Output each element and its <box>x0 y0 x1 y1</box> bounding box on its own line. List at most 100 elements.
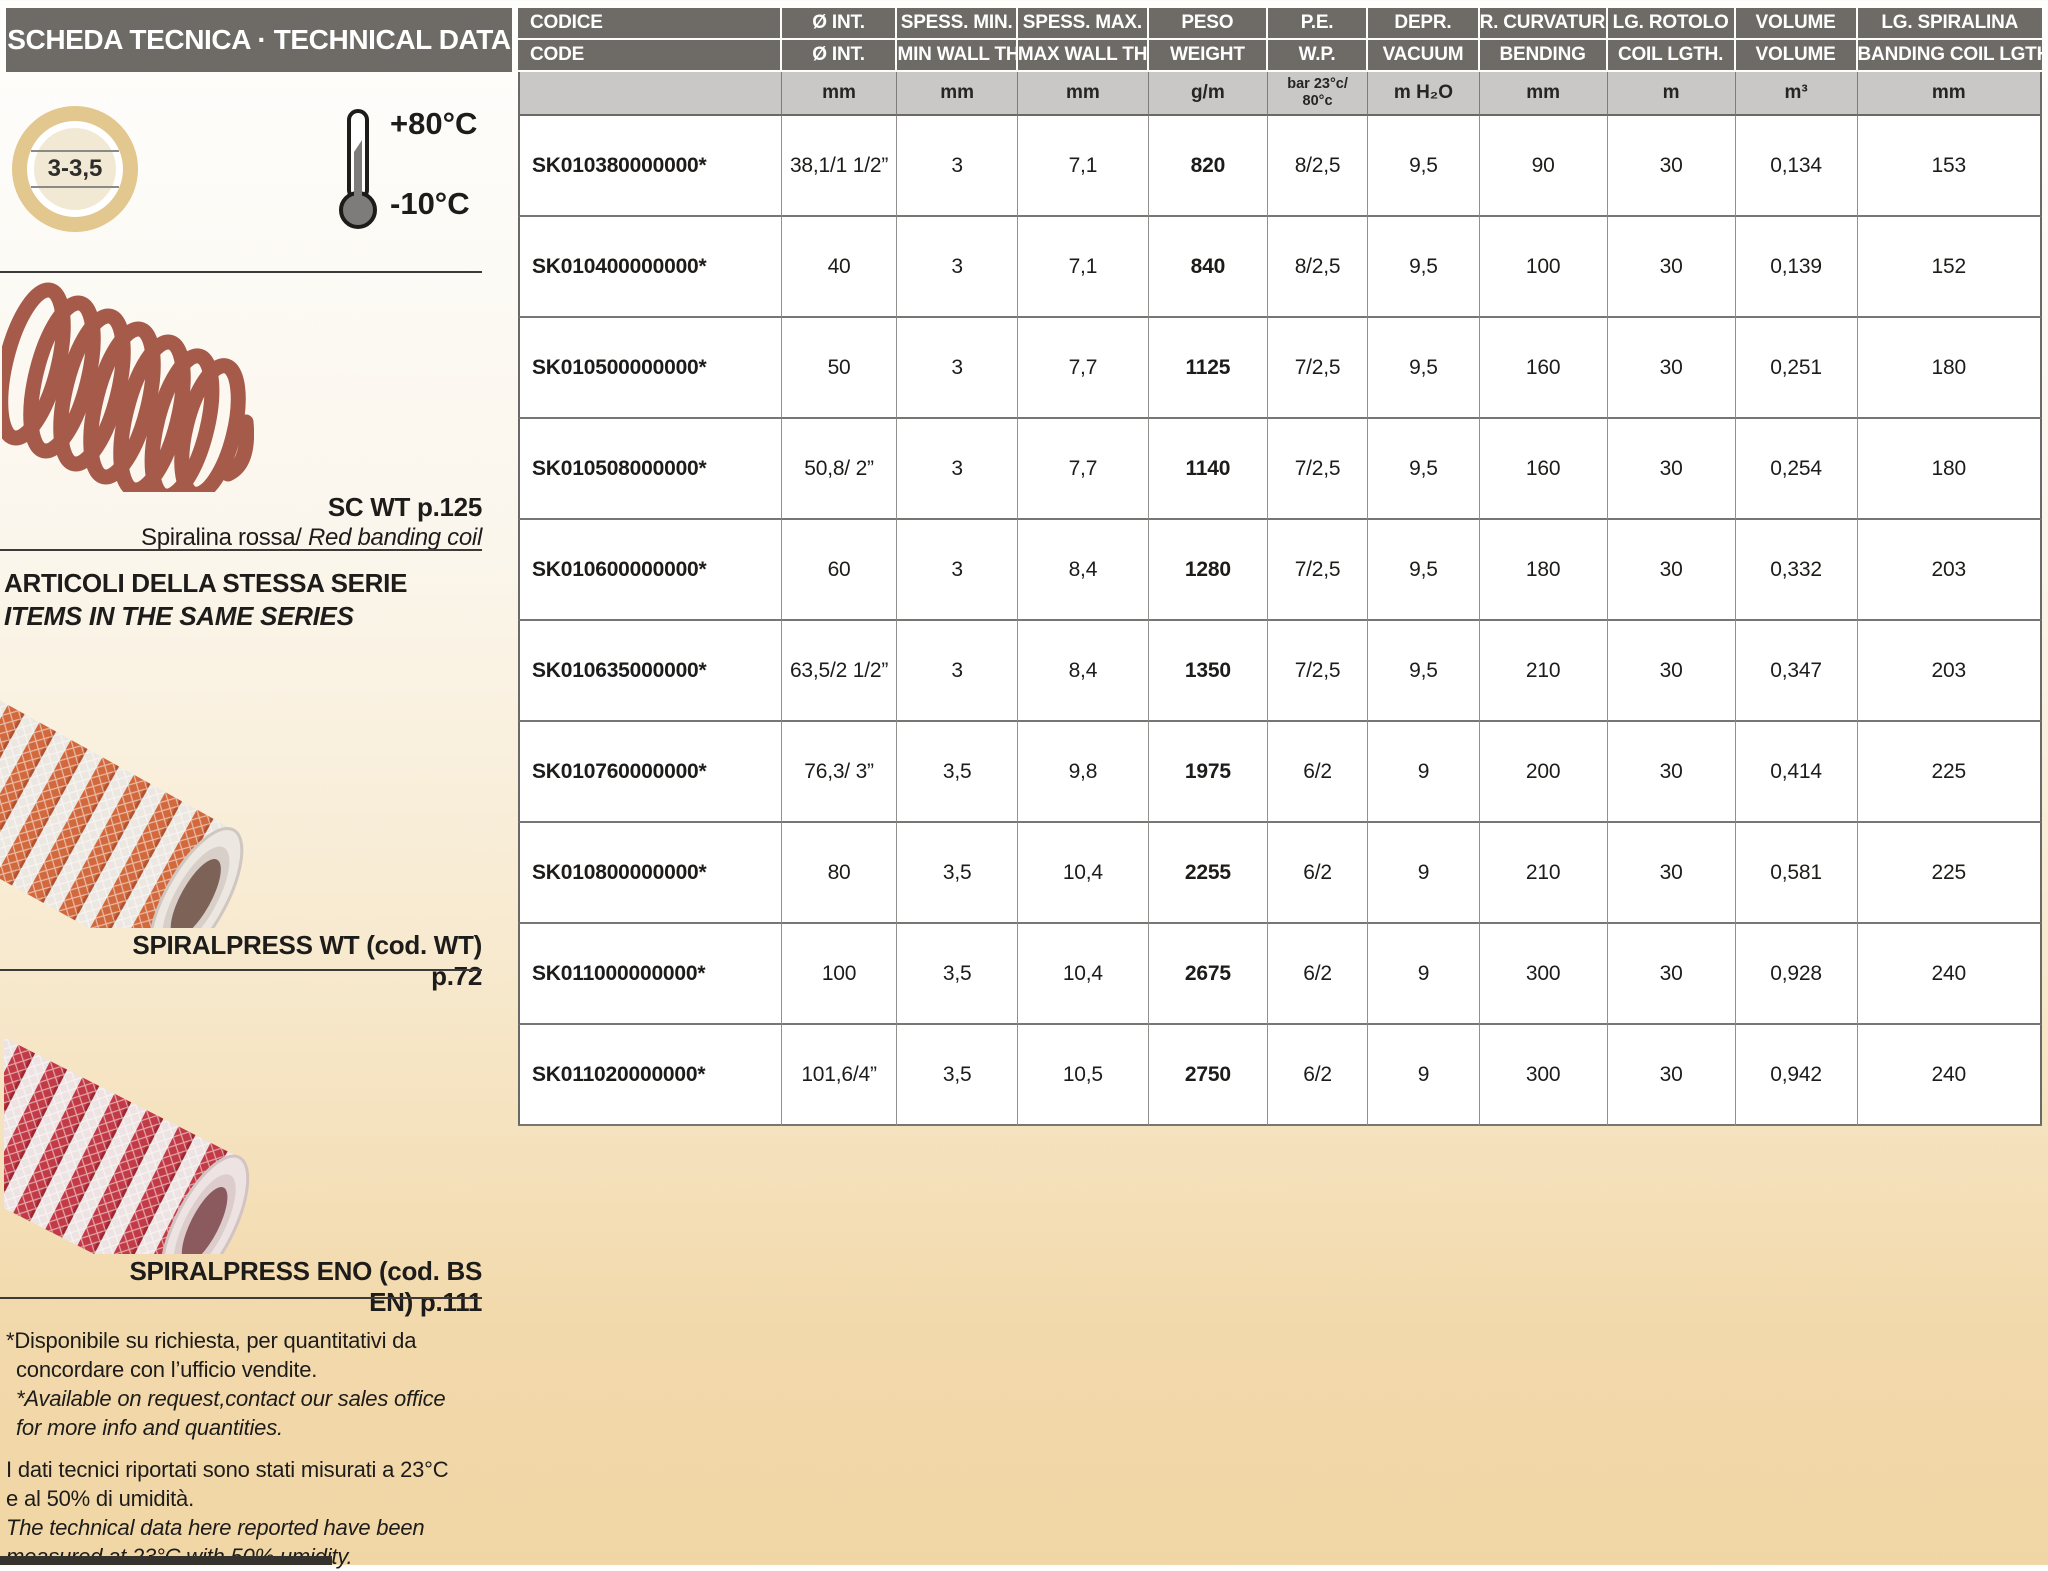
unit-cell: mm <box>1018 72 1149 116</box>
value-cell: 9,8 <box>1018 722 1149 823</box>
value-cell: 1280 <box>1149 520 1268 621</box>
column-header: VOLUME <box>1736 8 1858 40</box>
value-cell: 60 <box>782 520 898 621</box>
value-cell: 180 <box>1858 419 2042 520</box>
value-cell: 2675 <box>1149 924 1268 1025</box>
value-cell: 200 <box>1480 722 1608 823</box>
divider <box>0 271 482 273</box>
column-header: BENDING <box>1480 40 1608 72</box>
value-cell: 63,5/2 1/2” <box>782 621 898 722</box>
value-cell: 225 <box>1858 823 2042 924</box>
table-row: SK010800000000*803,510,422556/29210300,5… <box>518 823 2042 924</box>
column-header: PESO <box>1149 8 1268 40</box>
column-header: VOLUME <box>1736 40 1858 72</box>
value-cell: 1975 <box>1149 722 1268 823</box>
value-cell: 210 <box>1480 823 1608 924</box>
column-header: LG. SPIRALINA <box>1858 8 2042 40</box>
unit-cell: bar 23°c/ 80°c <box>1268 72 1369 116</box>
hose2-caption-text: SPIRALPRESS ENO (cod. BS EN) p.111 <box>129 1256 482 1317</box>
value-cell: 203 <box>1858 520 2042 621</box>
table-header-row-it: CODICEØ INT.SPESS. MIN.SPESS. MAX.PESOP.… <box>518 8 2042 40</box>
value-cell: 203 <box>1858 621 2042 722</box>
unit-cell: m <box>1608 72 1736 116</box>
value-cell: 300 <box>1480 924 1608 1025</box>
value-cell: 820 <box>1149 116 1268 217</box>
value-cell: 152 <box>1858 217 2042 318</box>
series-title-it: ARTICOLI DELLA STESSA SERIE <box>4 568 407 599</box>
code-cell: SK010635000000* <box>518 621 782 722</box>
value-cell: 0,581 <box>1736 823 1858 924</box>
value-cell: 30 <box>1608 722 1736 823</box>
table-header: CODICEØ INT.SPESS. MIN.SPESS. MAX.PESOP.… <box>518 8 2042 116</box>
value-cell: 30 <box>1608 823 1736 924</box>
code-cell: SK010380000000* <box>518 116 782 217</box>
column-header: LG. ROTOLO <box>1608 8 1736 40</box>
value-cell: 6/2 <box>1268 823 1369 924</box>
value-cell: 1350 <box>1149 621 1268 722</box>
value-cell: 30 <box>1608 924 1736 1025</box>
value-cell: 0,347 <box>1736 621 1858 722</box>
divider <box>0 1297 482 1299</box>
coil-caption-title: SC WT p.125 <box>100 492 482 523</box>
column-header: BANDING COIL LGTH. <box>1858 40 2042 72</box>
value-cell: 3 <box>897 318 1017 419</box>
value-cell: 30 <box>1608 1025 1736 1126</box>
value-cell: 100 <box>1480 217 1608 318</box>
divider <box>0 549 482 551</box>
column-header: CODICE <box>518 8 782 40</box>
unit-cell: g/m <box>1149 72 1268 116</box>
value-cell: 10,5 <box>1018 1025 1149 1126</box>
column-header: WEIGHT <box>1149 40 1268 72</box>
value-cell: 80 <box>782 823 898 924</box>
code-cell: SK010800000000* <box>518 823 782 924</box>
column-header: W.P. <box>1268 40 1369 72</box>
section-title-bar: SCHEDA TECNICA · TECHNICAL DATA <box>6 8 512 72</box>
series-title-en: ITEMS IN THE SAME SERIES <box>4 601 354 632</box>
code-cell: SK010760000000* <box>518 722 782 823</box>
table-row: SK011000000000*1003,510,426756/29300300,… <box>518 924 2042 1025</box>
value-cell: 6/2 <box>1268 1025 1369 1126</box>
value-cell: 7/2,5 <box>1268 621 1369 722</box>
value-cell: 9,5 <box>1368 419 1479 520</box>
value-cell: 180 <box>1858 318 2042 419</box>
coil-caption-en: Red banding coil <box>302 524 482 551</box>
value-cell: 10,4 <box>1018 924 1149 1025</box>
value-cell: 38,1/1 1/2” <box>782 116 898 217</box>
column-header: MIN WALL TH. <box>897 40 1017 72</box>
value-cell: 2750 <box>1149 1025 1268 1126</box>
spiralpress-wt-photo <box>0 642 330 928</box>
unit-cell: m³ <box>1736 72 1858 116</box>
hose-cross-section-icon: 3-3,5 <box>12 106 138 232</box>
value-cell: 9,5 <box>1368 520 1479 621</box>
table-row: SK010760000000*76,3/ 3”3,59,819756/29200… <box>518 722 2042 823</box>
code-cell: SK011000000000* <box>518 924 782 1025</box>
code-cell: SK010600000000* <box>518 520 782 621</box>
value-cell: 8/2,5 <box>1268 217 1369 318</box>
column-header: COIL LGTH. <box>1608 40 1736 72</box>
technical-data-table: CODICEØ INT.SPESS. MIN.SPESS. MAX.PESOP.… <box>518 8 2042 1126</box>
value-cell: 30 <box>1608 217 1736 318</box>
value-cell: 3,5 <box>897 1025 1017 1126</box>
catalog-page: { "page": { "title_bar": "SCHEDA TECNICA… <box>0 0 2048 1565</box>
value-cell: 8,4 <box>1018 520 1149 621</box>
value-cell: 9,5 <box>1368 217 1479 318</box>
value-cell: 3 <box>897 520 1017 621</box>
table-row: SK010508000000*50,8/ 2”37,711407/2,59,51… <box>518 419 2042 520</box>
value-cell: 7,7 <box>1018 318 1149 419</box>
column-header: SPESS. MIN. <box>897 8 1017 40</box>
value-cell: 7/2,5 <box>1268 419 1369 520</box>
value-cell: 30 <box>1608 419 1736 520</box>
value-cell: 10,4 <box>1018 823 1149 924</box>
value-cell: 30 <box>1608 318 1736 419</box>
value-cell: 30 <box>1608 116 1736 217</box>
value-cell: 225 <box>1858 722 2042 823</box>
value-cell: 9 <box>1368 722 1479 823</box>
footnote-line: for more info and quantities. <box>6 1413 492 1442</box>
value-cell: 40 <box>782 217 898 318</box>
value-cell: 100 <box>782 924 898 1025</box>
value-cell: 180 <box>1480 520 1608 621</box>
value-cell: 840 <box>1149 217 1268 318</box>
value-cell: 153 <box>1858 116 2042 217</box>
divider <box>0 969 482 971</box>
value-cell: 160 <box>1480 419 1608 520</box>
